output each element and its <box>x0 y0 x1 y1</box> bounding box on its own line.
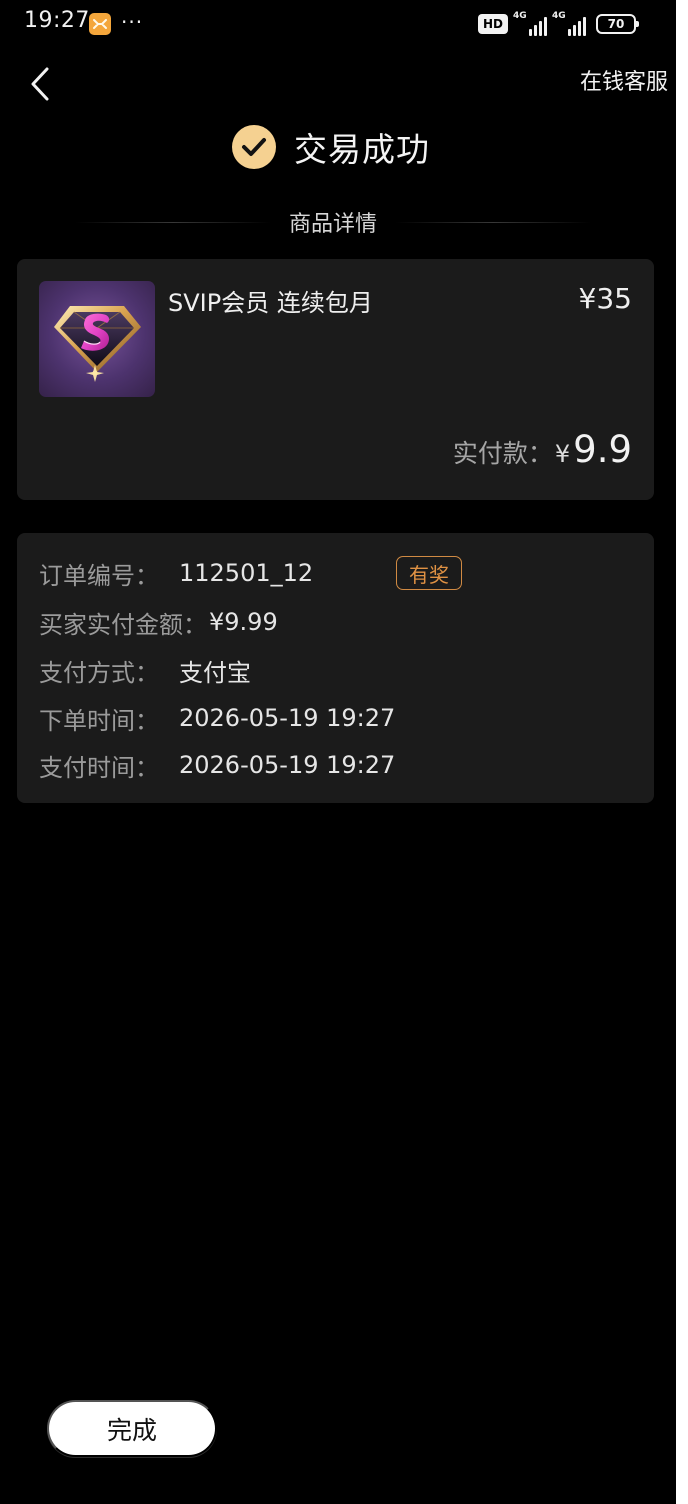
product-details-title: 商品详情 <box>289 212 378 237</box>
product-details-divider: 商品详情 <box>75 206 592 238</box>
payment-method-label: 支付方式： <box>39 658 159 687</box>
battery-icon: 70 <box>596 14 639 34</box>
payment-method-row: 支付方式： 支付宝 <box>39 653 251 687</box>
network-label-4g: 4G <box>513 11 527 21</box>
notification-app-icon <box>89 13 111 35</box>
order-number-value: 112501_12 <box>179 559 314 587</box>
done-button[interactable]: 完成 <box>47 1400 217 1457</box>
paid-amount-value: 9.9 <box>573 428 632 471</box>
order-time-value: 2026-05-19 19:27 <box>179 704 396 732</box>
back-button[interactable] <box>20 62 60 106</box>
order-info-card: 订单编号： 112501_12 有奖 买家实付金额： ¥9.99 支付方式： 支… <box>17 533 654 803</box>
product-original-price: ¥35 <box>578 282 632 315</box>
signal-bar <box>544 17 547 36</box>
divider-line-right <box>395 221 592 223</box>
success-header: 交易成功 <box>232 124 430 170</box>
prize-badge[interactable]: 有奖 <box>396 556 462 590</box>
order-time-label: 下单时间： <box>39 706 159 735</box>
product-name: SVIP会员 连续包月 <box>168 289 373 317</box>
status-bar: 19:27 ··· HD 4G 4G 70 <box>0 0 676 48</box>
signal-bar <box>573 25 576 36</box>
signal-bar <box>578 21 581 36</box>
signal-bar <box>534 25 537 36</box>
order-time-row: 下单时间： 2026-05-19 19:27 <box>39 701 395 735</box>
status-time: 19:27 <box>24 8 90 33</box>
battery-level: 70 <box>607 17 625 31</box>
payment-time-row: 支付时间： 2026-05-19 19:27 <box>39 748 395 782</box>
paid-amount-row: 实付款： ¥ 9.9 <box>453 431 632 475</box>
signal-bar <box>539 21 542 36</box>
payment-method-value: 支付宝 <box>179 658 251 687</box>
product-card: SVIP会员 连续包月 ¥35 实付款： ¥ 9.9 <box>17 259 654 500</box>
hd-badge: HD <box>478 14 508 34</box>
chevron-left-icon <box>31 67 49 101</box>
divider-line-left <box>75 221 271 223</box>
order-number-label: 订单编号： <box>39 561 159 590</box>
online-service-link[interactable]: 在钱客服 <box>580 68 668 98</box>
payment-success-page: 19:27 ··· HD 4G 4G 70 在钱客服 交易成功 商品详情 SVI… <box>0 0 688 1504</box>
screen-edge <box>676 0 688 1504</box>
paid-amount-label: 实付款： <box>452 439 553 468</box>
status-more-dots: ··· <box>121 10 144 34</box>
buyer-paid-row: 买家实付金额： ¥9.99 <box>39 605 278 639</box>
payment-time-label: 支付时间： <box>39 753 159 782</box>
buyer-paid-label: 买家实付金额： <box>39 610 207 639</box>
signal-bar <box>529 29 532 36</box>
svip-diamond-icon <box>39 281 155 397</box>
check-circle-icon <box>232 125 276 169</box>
network-label-4g: 4G <box>552 11 566 21</box>
signal-4g-icon: 4G <box>513 12 547 36</box>
buyer-paid-value: ¥9.99 <box>209 608 278 636</box>
signal-bar <box>568 29 571 36</box>
order-number-row: 订单编号： 112501_12 <box>39 556 313 590</box>
signal-bar <box>583 17 586 36</box>
paid-amount-currency: ¥ <box>554 440 571 468</box>
payment-time-value: 2026-05-19 19:27 <box>179 751 396 779</box>
status-indicators: HD 4G 4G 70 <box>478 11 639 37</box>
success-title: 交易成功 <box>294 130 430 169</box>
signal-4g-icon: 4G <box>552 12 586 36</box>
